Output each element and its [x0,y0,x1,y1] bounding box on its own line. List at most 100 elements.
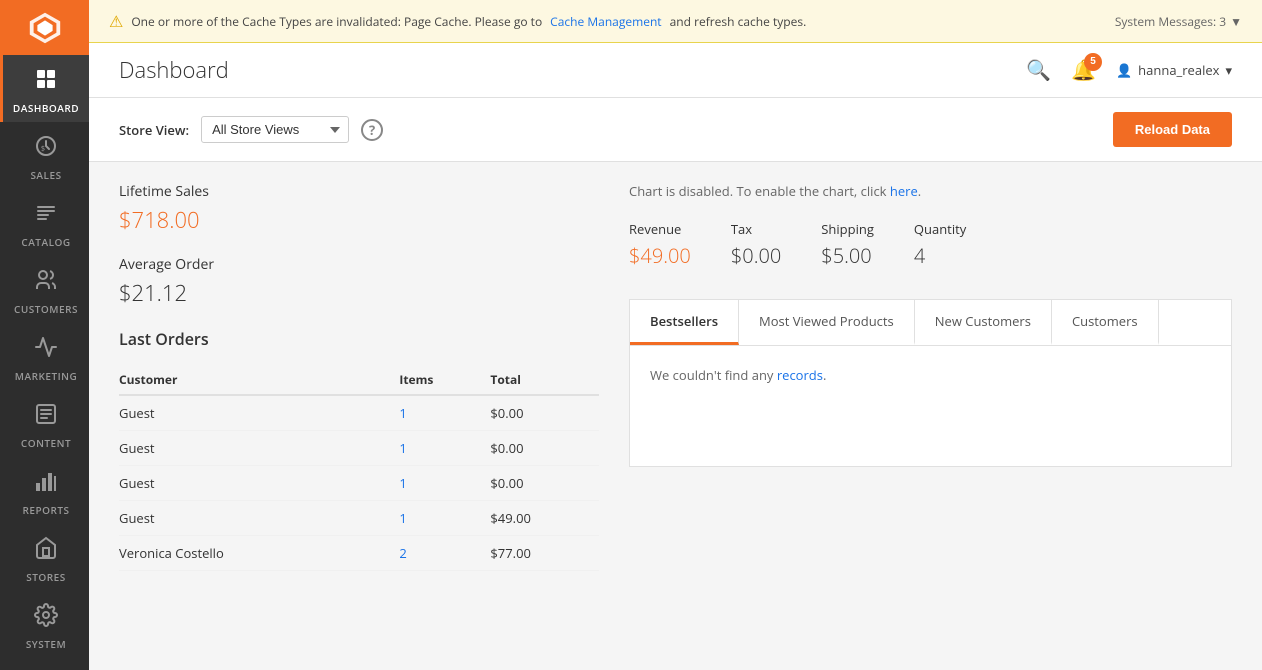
quantity-value: 4 [914,242,966,269]
content-area: Store View: All Store Views Default Stor… [89,98,1262,670]
page-header: Dashboard 🔍 🔔 5 👤 hanna_realex ▾ [89,43,1262,98]
table-row: Veronica Costello 2 $77.00 [119,536,599,571]
table-row: Guest 1 $0.00 [119,395,599,431]
tabs-container: Bestsellers Most Viewed Products New Cus… [629,299,1232,467]
col-total: Total [490,365,599,395]
last-orders-title: Last Orders [119,328,599,350]
sidebar-item-catalog[interactable]: CATALOG [0,189,89,256]
reports-icon [34,469,58,500]
shipping-value: $5.00 [821,242,874,269]
lifetime-sales-block: Lifetime Sales $718.00 [119,182,599,235]
shipping-label: Shipping [821,220,874,238]
cache-management-link[interactable]: Cache Management [550,13,661,30]
revenue-row: Revenue $49.00 Tax $0.00 Shipping $5.00 … [629,220,1232,269]
sidebar-item-extension[interactable] [0,658,89,670]
cell-total: $49.00 [490,501,599,536]
help-icon[interactable]: ? [361,119,383,141]
tax-label: Tax [731,220,781,238]
cell-customer: Guest [119,501,399,536]
catalog-icon [34,201,58,232]
dashboard-icon [34,67,58,98]
tabs-header: Bestsellers Most Viewed Products New Cus… [630,300,1231,346]
tab-most-viewed[interactable]: Most Viewed Products [739,300,915,345]
sidebar-item-system[interactable]: SYSTEM [0,591,89,658]
cell-items: 1 [399,395,490,431]
search-button[interactable]: 🔍 [1026,58,1051,83]
logo[interactable] [0,0,89,55]
warning-icon: ⚠ [109,10,123,32]
chevron-down-icon: ▾ [1225,61,1232,79]
table-row: Guest 1 $0.00 [119,466,599,501]
sales-icon: $ [34,134,58,165]
notifications-button[interactable]: 🔔 5 [1071,58,1096,83]
orders-table: Customer Items Total Guest 1 $0.00 Guest… [119,365,599,571]
search-icon: 🔍 [1026,60,1051,82]
store-view-label: Store View: [119,121,189,139]
records-link[interactable]: records [777,366,823,384]
sidebar-item-stores-label: STORES [26,571,65,583]
chart-disabled-text: Chart is disabled. To enable the chart, … [629,182,887,200]
sidebar-item-sales[interactable]: $ SALES [0,122,89,189]
sidebar-item-content-label: CONTENT [21,437,71,449]
sidebar-item-marketing-label: MARKETING [15,370,77,382]
avg-order-label: Average Order [119,255,599,274]
cell-items: 1 [399,466,490,501]
system-messages-text: System Messages: 3 [1115,13,1226,30]
chart-enable-link[interactable]: here [890,182,918,200]
header-actions: 🔍 🔔 5 👤 hanna_realex ▾ [1026,58,1232,83]
sidebar-item-customers-label: CUSTOMERS [14,303,78,315]
system-messages[interactable]: System Messages: 3 ▼ [1115,13,1242,30]
lifetime-sales-label: Lifetime Sales [119,182,599,201]
sidebar-item-dashboard[interactable]: DASHBOARD [0,55,89,122]
revenue-label: Revenue [629,220,691,238]
sidebar-item-stores[interactable]: STORES [0,524,89,591]
user-avatar-icon: 👤 [1116,61,1132,79]
revenue-item-quantity: Quantity 4 [914,220,966,269]
revenue-item-shipping: Shipping $5.00 [821,220,874,269]
cell-total: $0.00 [490,395,599,431]
avg-order-value: $21.12 [119,278,599,308]
cell-total: $77.00 [490,536,599,571]
table-row: Guest 1 $0.00 [119,431,599,466]
col-customer: Customer [119,365,399,395]
cell-customer: Guest [119,395,399,431]
sidebar-item-reports-label: REPORTS [22,504,69,516]
sidebar-item-dashboard-label: DASHBOARD [13,102,79,114]
sidebar-item-reports[interactable]: REPORTS [0,457,89,524]
lifetime-sales-value: $718.00 [119,205,599,235]
revenue-item-tax: Tax $0.00 [731,220,781,269]
tab-bestsellers[interactable]: Bestsellers [630,300,739,345]
tab-content: We couldn't find any records. [630,346,1231,466]
cell-total: $0.00 [490,466,599,501]
reload-data-button[interactable]: Reload Data [1113,112,1232,147]
chart-disabled-msg: Chart is disabled. To enable the chart, … [629,182,1232,200]
sidebar-item-content[interactable]: CONTENT [0,390,89,457]
sidebar-item-catalog-label: CATALOG [21,236,70,248]
store-view-select[interactable]: All Store Views Default Store View [201,116,349,143]
revenue-value: $49.00 [629,242,691,269]
content-icon [34,402,58,433]
sidebar-item-system-label: SYSTEM [26,638,66,650]
customers-icon [34,268,58,299]
revenue-item-revenue: Revenue $49.00 [629,220,691,269]
chevron-down-icon: ▼ [1230,13,1242,30]
tab-customers[interactable]: Customers [1052,300,1159,345]
sidebar-item-marketing[interactable]: MARKETING [0,323,89,390]
svg-text:$: $ [41,145,45,154]
quantity-label: Quantity [914,220,966,238]
col-items: Items [399,365,490,395]
page-title: Dashboard [119,55,229,85]
cell-customer: Guest [119,431,399,466]
sidebar-item-sales-label: SALES [30,169,61,181]
notification-bar: ⚠ One or more of the Cache Types are inv… [89,0,1262,43]
cell-customer: Guest [119,466,399,501]
notification-badge: 5 [1084,53,1102,71]
dashboard-grid: Lifetime Sales $718.00 Average Order $21… [89,162,1262,591]
sidebar: DASHBOARD $ SALES CATALOG CUSTOMERS MARK… [0,0,89,670]
tax-value: $0.00 [731,242,781,269]
notification-message: ⚠ One or more of the Cache Types are inv… [109,10,806,32]
sidebar-item-customers[interactable]: CUSTOMERS [0,256,89,323]
tab-new-customers[interactable]: New Customers [915,300,1052,345]
avg-order-block: Average Order $21.12 [119,255,599,308]
user-menu[interactable]: 👤 hanna_realex ▾ [1116,61,1232,79]
